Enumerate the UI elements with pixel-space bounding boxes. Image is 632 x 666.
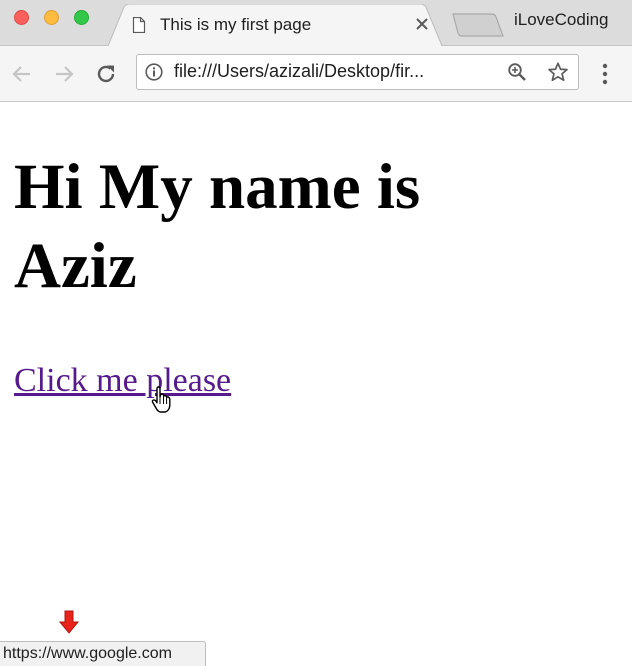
forward-arrow-icon[interactable] [52, 62, 76, 86]
url-text[interactable]: file:///Users/azizali/Desktop/fir... [174, 61, 424, 82]
document-icon [132, 17, 146, 33]
window-close-button[interactable] [14, 10, 29, 25]
zoom-icon[interactable] [507, 62, 527, 82]
new-tab-button[interactable] [452, 13, 504, 37]
tab-title: This is my first page [160, 15, 312, 34]
arrow-down-icon [59, 610, 79, 634]
menu-icon[interactable] [600, 62, 610, 86]
profile-name[interactable]: iLoveCoding [514, 10, 609, 30]
bookmark-star-icon[interactable] [547, 61, 569, 83]
status-url: https://www.google.com [3, 645, 172, 662]
reload-icon[interactable] [94, 62, 118, 86]
link[interactable]: Click me please [14, 362, 231, 400]
page-heading: Hi My name is Aziz [14, 151, 421, 302]
back-arrow-icon[interactable] [10, 62, 34, 86]
window-minimize-button[interactable] [44, 10, 59, 25]
close-tab-icon[interactable] [414, 16, 430, 32]
tab-strip: This is my first page iLoveCoding [0, 0, 632, 46]
address-bar[interactable]: file:///Users/azizali/Desktop/fir... [136, 54, 579, 90]
tab-active[interactable]: This is my first page [108, 4, 444, 46]
browser-toolbar: file:///Users/azizali/Desktop/fir... [0, 46, 632, 102]
hand-cursor-icon [151, 386, 171, 413]
info-icon[interactable] [145, 63, 163, 81]
status-bubble: https://www.google.com [0, 641, 206, 666]
window-maximize-button[interactable] [74, 10, 89, 25]
